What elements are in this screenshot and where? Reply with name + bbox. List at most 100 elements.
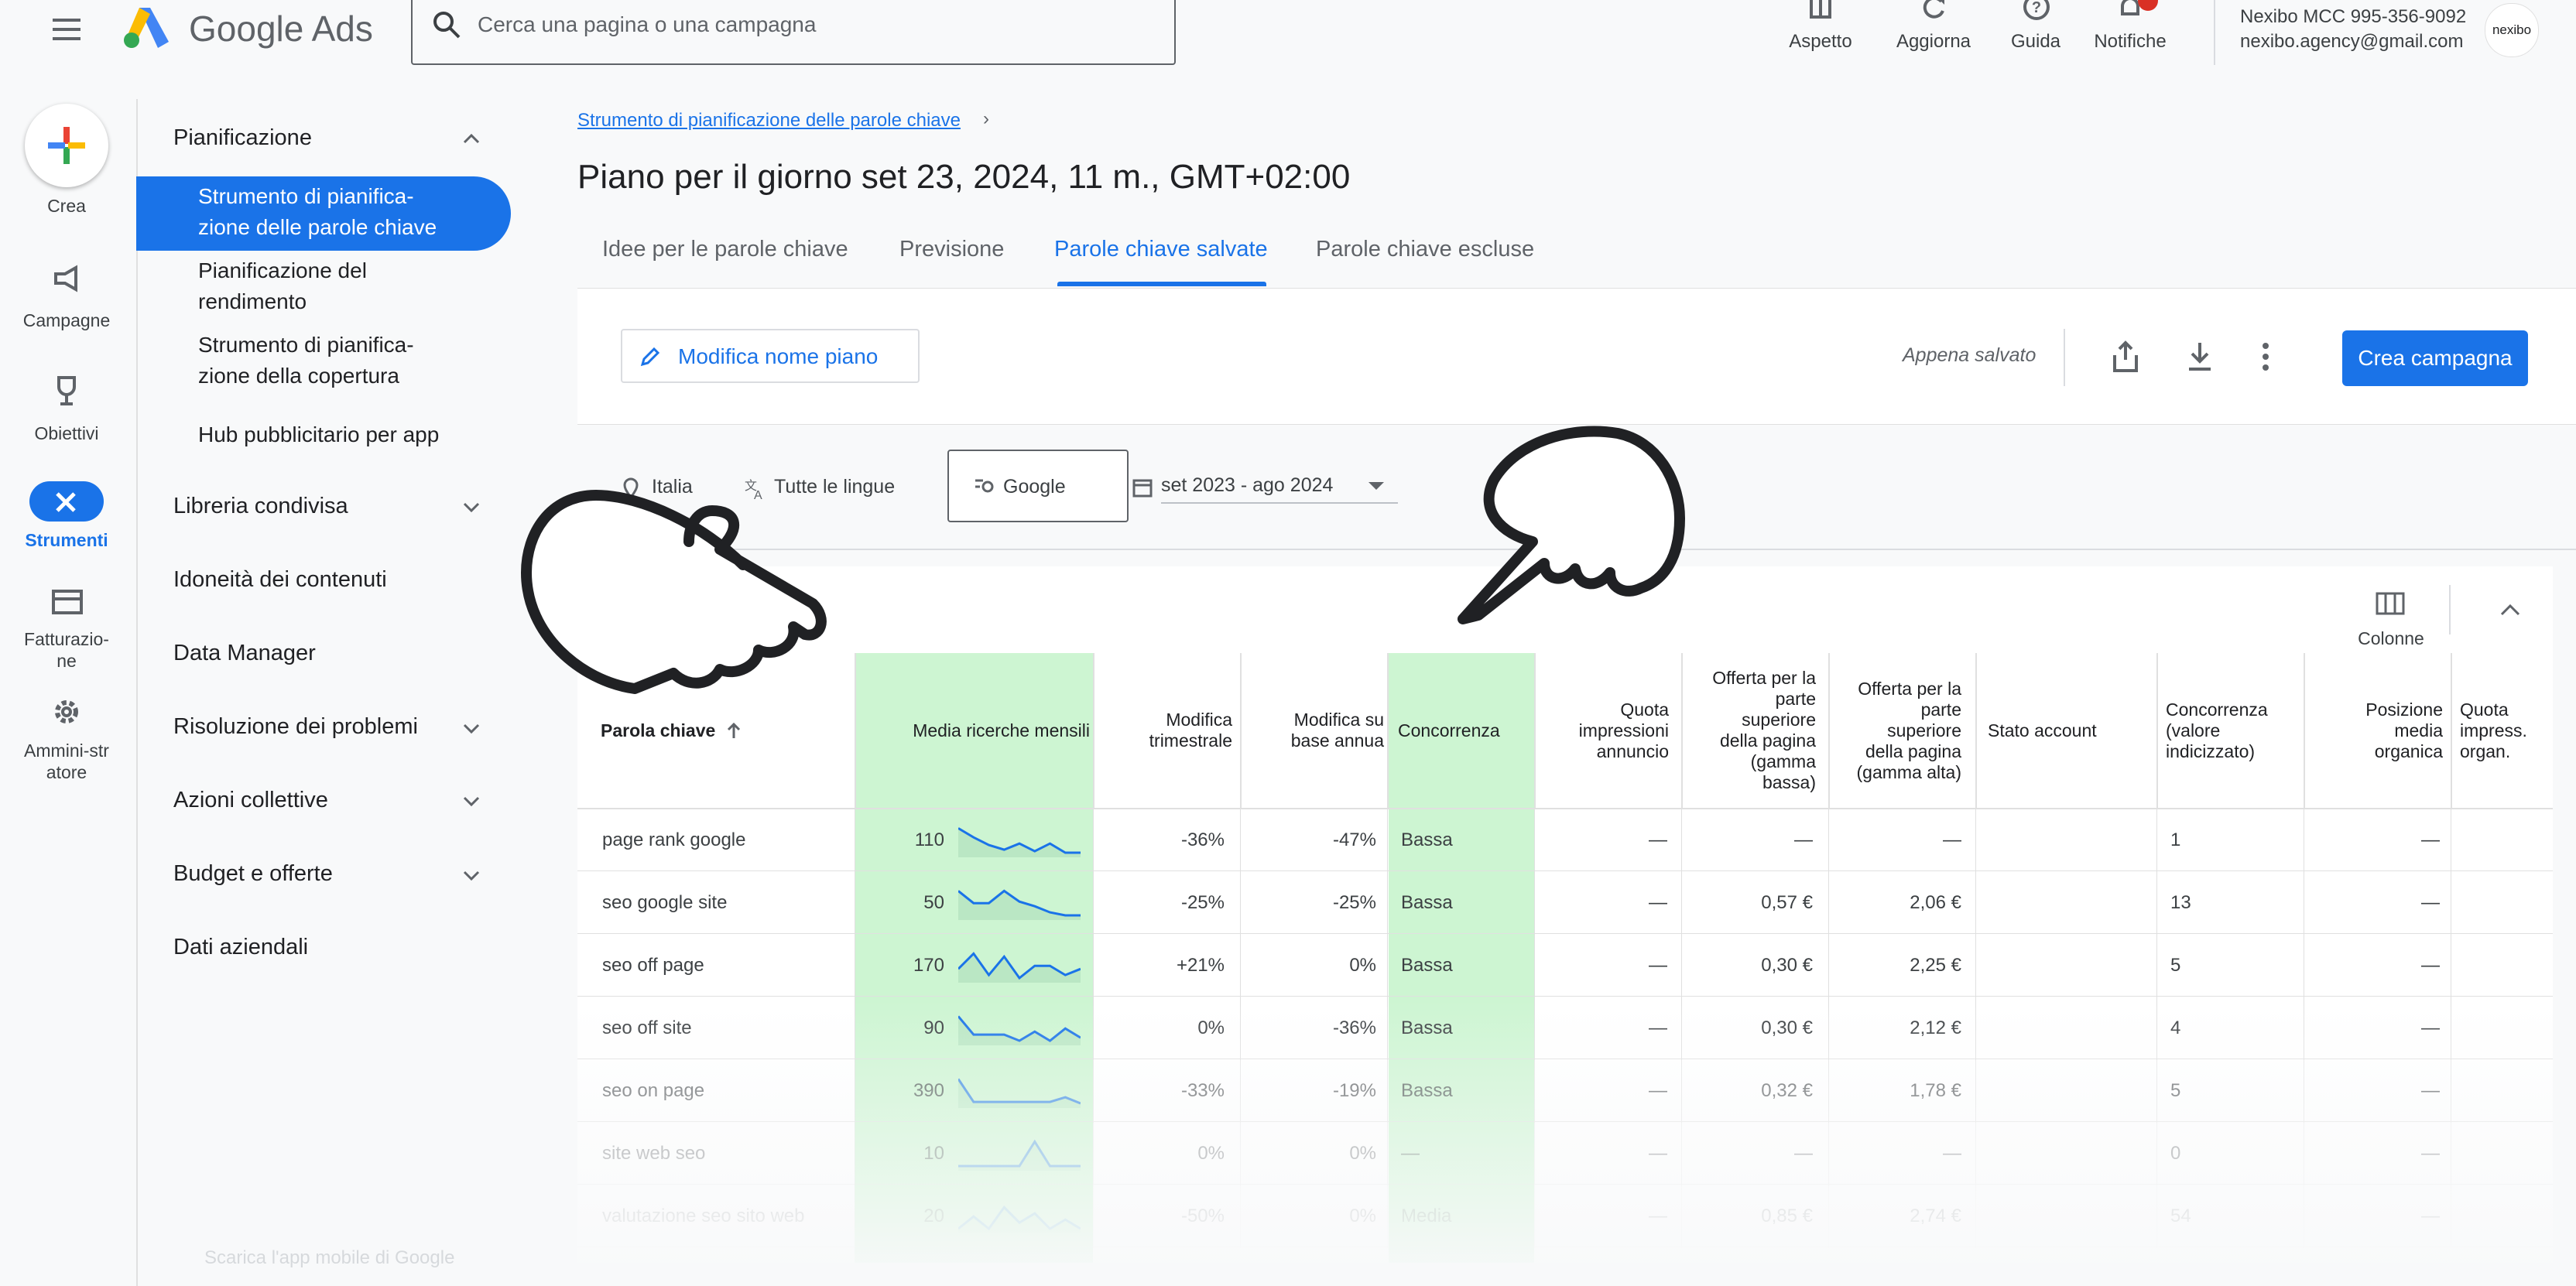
tab-negative-keywords[interactable]: Parole chiave escluse [1316, 237, 1534, 262]
nav-data-manager[interactable]: Data Manager [173, 641, 316, 666]
column-divider [1828, 935, 1829, 997]
rail-tools[interactable]: Strumenti [0, 481, 133, 559]
chevron-down-icon[interactable] [461, 791, 481, 811]
column-header-yoy[interactable]: Modifica su base annua [1246, 710, 1384, 751]
search-box[interactable]: Cerca una pagina o una campagna [411, 0, 1176, 65]
chevron-down-icon[interactable] [461, 865, 481, 885]
nav-bulk-actions[interactable]: Azioni collettive [173, 788, 328, 813]
yoy-cell: 0% [1349, 1206, 1376, 1226]
tab-keyword-ideas[interactable]: Idee per le parole chiave [602, 237, 848, 262]
network-filter[interactable]: Google [947, 450, 1129, 522]
column-header-account-status[interactable]: Stato account [1988, 720, 2143, 741]
account-name[interactable]: Nexibo MCC 995-356-9092 [2240, 6, 2466, 28]
column-header-avg-searches[interactable]: Media ricerche mensili [887, 720, 1090, 741]
tab-saved-keywords[interactable]: Parole chiave salvate [1054, 237, 1268, 262]
account-email[interactable]: nexibo.agency@gmail.com [2240, 31, 2464, 53]
column-header-competition[interactable]: Concorrenza [1398, 720, 1537, 741]
yoy-cell: -19% [1332, 1080, 1376, 1101]
nav-content-suitability[interactable]: Idoneità dei contenuti [173, 567, 387, 593]
column-header-organic-impr[interactable]: Quota impress. organ. [2460, 699, 2553, 762]
qoq-cell: -25% [1180, 892, 1225, 913]
column-divider [1681, 809, 1682, 872]
bid-high-cell: 1,78 € [1910, 1080, 1961, 1101]
nav-app-hub[interactable]: Hub pubblicitario per app [198, 419, 439, 450]
column-header-organic-pos[interactable]: Posizione media organica [2311, 699, 2443, 762]
bid-high-cell: 2,12 € [1910, 1018, 1961, 1038]
dropdown-arrow-icon [1368, 482, 1384, 490]
row-divider [577, 1184, 2553, 1185]
gear-icon [55, 700, 78, 723]
breadcrumb[interactable]: Strumento di pianificazione delle parole… [577, 110, 961, 132]
pointing-hand-right-icon [1458, 426, 1685, 624]
rail-billing[interactable]: Fatturazio-ne [0, 588, 133, 681]
notifications-button[interactable]: Notifiche [2082, 0, 2178, 62]
bid-low-cell: — [1794, 1143, 1813, 1164]
column-divider [1240, 935, 1241, 997]
column-header-line: della pagina [1865, 740, 1961, 761]
nav-performance-planner[interactable]: Pianificazione del rendimento [198, 255, 430, 317]
table-row[interactable]: page rank google 110 -36% -47% Bassa — — — 1 — [577, 809, 2553, 872]
column-divider [1975, 653, 1977, 808]
help-button[interactable]: ? Guida [1997, 0, 2074, 62]
collapse-icon[interactable] [2499, 600, 2522, 619]
avatar[interactable]: nexibo [2485, 3, 2539, 57]
column-divider [1975, 809, 1976, 872]
rail-campaigns[interactable]: Campagne [0, 263, 133, 340]
table-row[interactable]: site web seo 10 0% 0% — — — — 0 — [577, 1123, 2553, 1185]
column-header-qoq[interactable]: Modifica trimestrale [1101, 710, 1232, 751]
nav-mobile-app[interactable]: Scarica l'app mobile di Google [204, 1247, 454, 1269]
column-header-bid-high[interactable]: Offerta per la parte superiore della pagina… [1833, 679, 1961, 783]
column-header-bid-low[interactable]: Offerta per la parte superiore della pagina… [1687, 668, 1816, 793]
table-row[interactable]: seo off site 90 0% -36% Bassa — 0,30 € 2,12 € 4 — [577, 997, 2553, 1060]
qoq-cell: -50% [1180, 1206, 1225, 1226]
table-row[interactable]: seo on page 390 -33% -19% Bassa — 0,32 € 1,78 €… [577, 1060, 2553, 1123]
date-range-select[interactable]: set 2023 - ago 2024 [1161, 471, 1398, 504]
search-placeholder: Cerca una pagina o una campagna [478, 12, 817, 36]
create-button[interactable] [25, 104, 108, 187]
refresh-button[interactable]: Aggiorna [1889, 0, 1978, 62]
table-row[interactable]: seo off page 170 +21% 0% Bassa — 0,30 € 2,25 € 5… [577, 935, 2553, 997]
nav-reach-planner[interactable]: Strumento di pianifica-zione della coper… [198, 330, 446, 392]
columns-button[interactable]: Colonne [2348, 579, 2434, 648]
column-header-keyword[interactable]: Parola chiave [601, 720, 833, 741]
keyword-cell: seo google site [602, 892, 728, 913]
column-header-impr-share[interactable]: Quota impressioni annuncio [1542, 699, 1669, 762]
sort-arrow-up-icon[interactable] [726, 721, 742, 740]
column-divider [1387, 872, 1388, 935]
nav-troubleshooting[interactable]: Risoluzione dei problemi [173, 714, 418, 740]
nav-business-data[interactable]: Dati aziendali [173, 935, 308, 960]
appearance-button[interactable]: Aspetto [1780, 0, 1861, 62]
column-divider [1828, 872, 1829, 935]
column-header-comp-index[interactable]: Concorrenza (valore indicizzato) [2166, 699, 2305, 762]
share-icon[interactable] [2110, 340, 2141, 374]
column-header-line: Concorrenza [1398, 720, 1500, 740]
table-row[interactable]: valutazione seo sito web 20 -50% 0% Media — 0,… [577, 1185, 2553, 1248]
nav-shared-library[interactable]: Libreria condivisa [173, 494, 348, 519]
organic-pos-cell: — [2421, 892, 2440, 913]
column-divider [1093, 997, 1094, 1060]
qoq-cell: -33% [1180, 1080, 1225, 1101]
refresh-icon [1923, 0, 1944, 19]
download-icon[interactable] [2184, 340, 2215, 374]
chevron-up-icon[interactable] [461, 128, 481, 149]
rail-admin[interactable]: Ammini-stratore [0, 696, 133, 789]
tab-forecast[interactable]: Previsione [899, 237, 1004, 262]
menu-icon[interactable] [50, 15, 84, 46]
edit-plan-button[interactable]: Modifica nome piano [621, 329, 920, 383]
nav-budget[interactable]: Budget e offerte [173, 861, 333, 887]
comp-index-cell: 13 [2170, 892, 2191, 913]
nav-planning[interactable]: Pianificazione [173, 125, 312, 151]
sparkline-chart [958, 1015, 1081, 1045]
column-header-line: Quota [1620, 699, 1669, 720]
nav-keyword-planner[interactable]: Strumento di pianifica-zione delle parol… [198, 181, 454, 243]
column-header-line: Modifica su [1293, 710, 1384, 730]
organic-pos-cell: — [2421, 1143, 2440, 1164]
table-row[interactable]: seo google site 50 -25% -25% Bassa — 0,57 € 2,0… [577, 872, 2553, 935]
rail-goals[interactable]: Obiettivi [0, 375, 133, 452]
create-campaign-button[interactable]: Crea campagna [2342, 330, 2528, 386]
more-vert-icon[interactable] [2260, 341, 2271, 372]
chevron-down-icon[interactable] [461, 497, 481, 517]
chevron-down-icon[interactable] [461, 718, 481, 738]
column-divider [1828, 1123, 1829, 1185]
column-divider [1828, 1060, 1829, 1123]
